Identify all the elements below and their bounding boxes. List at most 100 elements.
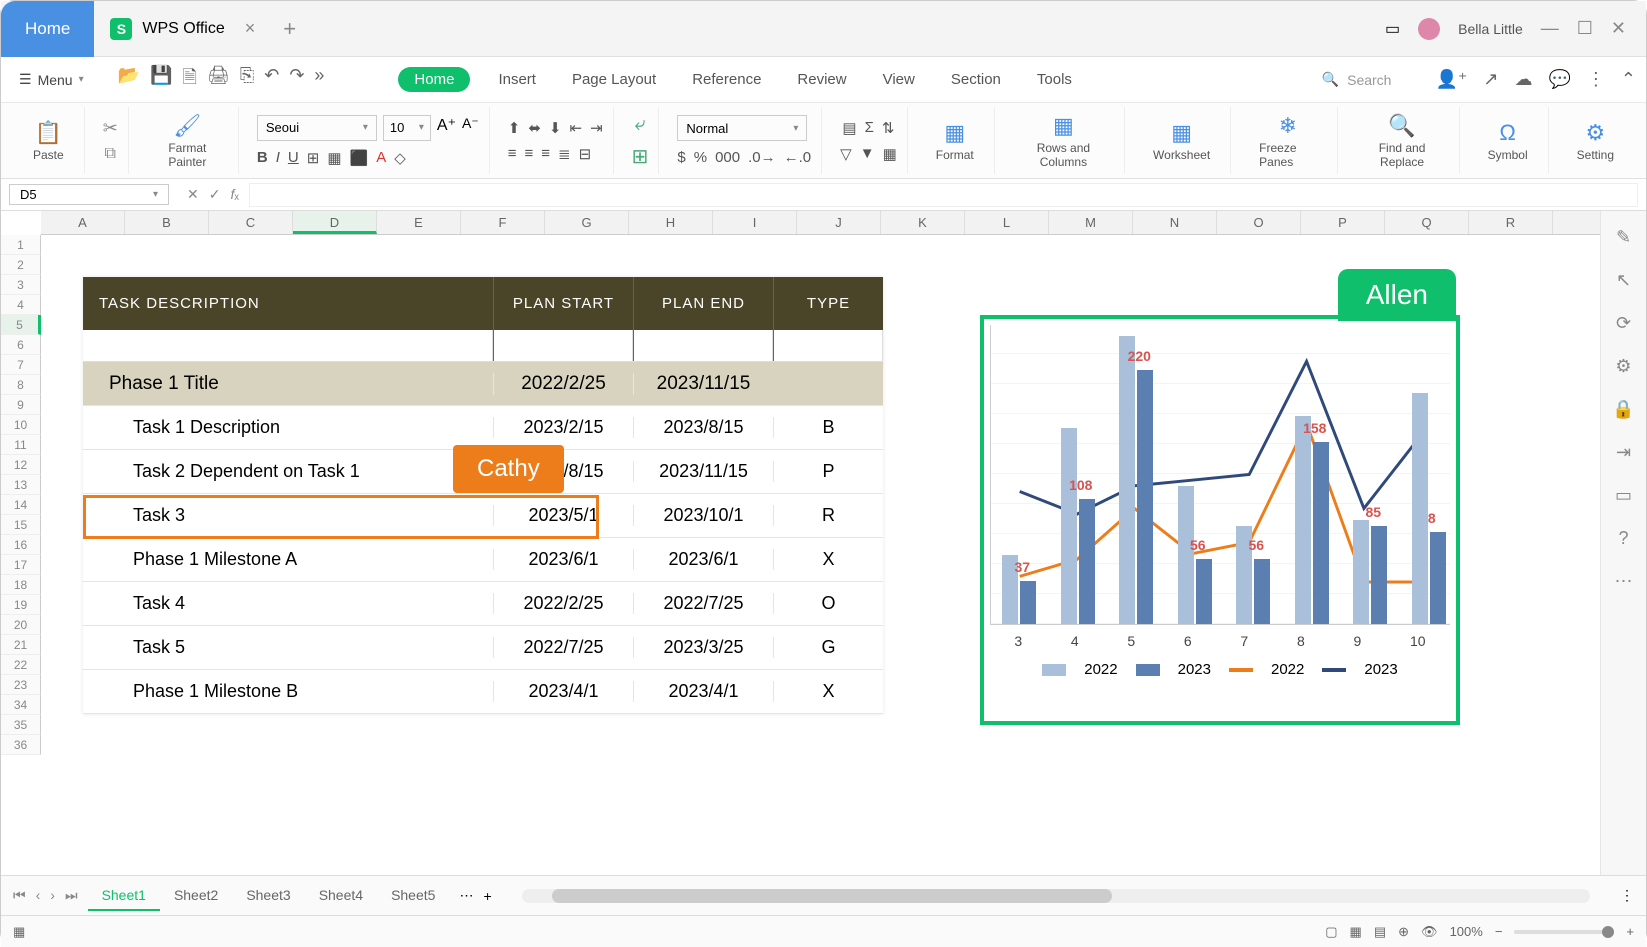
currency-icon[interactable]: $ [677, 149, 685, 166]
column-header[interactable]: J [797, 211, 881, 234]
app-home-tab[interactable]: Home [1, 1, 94, 57]
settings-icon[interactable]: ⚙ [1615, 356, 1631, 377]
row-header[interactable]: 12 [1, 455, 41, 475]
row-header[interactable]: 8 [1, 375, 41, 395]
column-header[interactable]: B [125, 211, 209, 234]
wrap-text-icon[interactable]: ⤶ [634, 113, 645, 136]
column-header[interactable]: M [1049, 211, 1133, 234]
filter-icon[interactable]: ▽ [840, 145, 852, 163]
row-header[interactable]: 7 [1, 355, 41, 375]
font-size-select[interactable]: 10▾ [383, 115, 431, 141]
border-button[interactable]: ⊞ [307, 149, 320, 167]
more-menu-icon[interactable]: ⋮ [1587, 69, 1605, 90]
merge-cells-icon[interactable]: ⊞ [632, 144, 649, 169]
tab-review[interactable]: Review [789, 67, 854, 92]
tab-tools[interactable]: Tools [1029, 67, 1080, 92]
autosum-icon[interactable]: Σ [865, 119, 874, 137]
tab-section[interactable]: Section [943, 67, 1009, 92]
table-row[interactable]: Task 32023/5/12023/10/1R [83, 494, 883, 538]
minimize-panel-icon[interactable]: ▭ [1615, 485, 1632, 506]
freeze-panes-button[interactable]: ❄Freeze Panes [1249, 113, 1326, 169]
tab-page-layout[interactable]: Page Layout [564, 67, 664, 92]
row-header[interactable]: 5 [1, 315, 41, 335]
feedback-icon[interactable]: 💬 [1548, 69, 1570, 90]
column-header[interactable]: F [461, 211, 545, 234]
column-header[interactable]: I [713, 211, 797, 234]
conditional-format-icon[interactable]: ▤ [842, 119, 856, 137]
font-color-button[interactable]: A [376, 149, 386, 167]
tab-insert[interactable]: Insert [490, 67, 544, 92]
undo-icon[interactable]: ↶ [264, 65, 279, 95]
scrollbar-options-icon[interactable]: ⋮ [1620, 887, 1634, 904]
column-header[interactable]: Q [1385, 211, 1469, 234]
table-row[interactable]: Task 52022/7/252023/3/25G [83, 626, 883, 670]
fill-color-button[interactable]: ◇ [394, 149, 406, 167]
row-header[interactable]: 3 [1, 275, 41, 295]
column-header[interactable]: G [545, 211, 629, 234]
italic-button[interactable]: I [276, 149, 280, 167]
save-icon[interactable]: 💾 [150, 65, 172, 95]
column-header[interactable]: L [965, 211, 1049, 234]
increase-font-icon[interactable]: A⁺ [437, 115, 456, 141]
filter2-icon[interactable]: ▼ [860, 145, 875, 163]
fx-icon[interactable]: fₓ [230, 186, 238, 203]
decrease-font-icon[interactable]: A⁻ [462, 115, 479, 141]
row-header[interactable]: 15 [1, 515, 41, 535]
symbol-button[interactable]: ΩSymbol [1478, 120, 1538, 162]
column-header[interactable]: P [1301, 211, 1385, 234]
paste-button[interactable]: 📋Paste [23, 120, 74, 162]
more-sheets-icon[interactable]: ⋯ [459, 887, 473, 904]
redo-icon[interactable]: ↷ [289, 65, 304, 95]
bold-button[interactable]: B [257, 149, 268, 167]
align-left-icon[interactable]: ≡ [508, 145, 517, 163]
table-row[interactable]: Task 1 Description2023/2/152023/8/15B [83, 406, 883, 450]
align-center-icon[interactable]: ≡ [525, 145, 534, 163]
print-preview-icon[interactable]: 🗎 [182, 65, 196, 95]
close-icon[interactable]: ✕ [1611, 18, 1626, 39]
align-bottom-icon[interactable]: ⬇ [549, 119, 562, 137]
chart[interactable]: Allen 371082205656158858 345678910 20222… [980, 315, 1460, 725]
table-row[interactable]: Task 42022/2/252022/7/25O [83, 582, 883, 626]
search-box[interactable]: 🔍 Search [1312, 67, 1402, 92]
export-icon[interactable]: ⎘ [240, 65, 254, 95]
formula-input[interactable] [249, 183, 1638, 207]
row-header[interactable]: 10 [1, 415, 41, 435]
row-header[interactable]: 2 [1, 255, 41, 275]
highlight-button[interactable]: ⬛ [350, 149, 369, 167]
avatar[interactable] [1418, 18, 1440, 40]
confirm-formula-icon[interactable]: ✓ [209, 186, 221, 203]
more-panel-icon[interactable]: ⋯ [1615, 571, 1633, 592]
cells-area[interactable]: TASK DESCRIPTION PLAN START PLAN END TYP… [41, 235, 1600, 875]
layout-icon[interactable]: ▦ [13, 924, 25, 940]
eye-icon[interactable]: 👁 [1421, 924, 1438, 940]
add-sheet-icon[interactable]: + [483, 888, 491, 904]
row-header[interactable]: 1 [1, 235, 41, 255]
sort-icon[interactable]: ⇅ [882, 119, 895, 137]
table-row[interactable]: Phase 1 Milestone A2023/6/12023/6/1X [83, 538, 883, 582]
table-row[interactable]: Phase 1 Title 2022/2/25 2023/11/15 [83, 362, 883, 406]
column-header[interactable]: D [293, 211, 377, 234]
collapse-ribbon-icon[interactable]: ⌃ [1621, 69, 1636, 90]
row-header[interactable]: 13 [1, 475, 41, 495]
font-name-select[interactable]: Seoui▾ [257, 115, 377, 141]
number-format-select[interactable]: Normal▾ [677, 115, 807, 141]
justify-icon[interactable]: ≣ [558, 145, 571, 163]
document-tab[interactable]: S WPS Office × [94, 1, 271, 57]
page-view-icon[interactable]: ▦ [1350, 924, 1362, 940]
zoom-out-icon[interactable]: − [1495, 924, 1503, 939]
row-header[interactable]: 20 [1, 615, 41, 635]
help-icon[interactable]: ? [1618, 528, 1628, 549]
decrease-indent-icon[interactable]: ⇤ [569, 119, 582, 137]
sheet-tab[interactable]: Sheet4 [305, 881, 377, 911]
tab-view[interactable]: View [875, 67, 923, 92]
reading-view-icon[interactable]: ▢ [1325, 924, 1337, 940]
increase-indent-icon[interactable]: ⇥ [590, 119, 603, 137]
align-middle-icon[interactable]: ⬌ [528, 119, 541, 137]
maximize-icon[interactable]: ☐ [1577, 18, 1593, 39]
row-header[interactable]: 16 [1, 535, 41, 555]
export-panel-icon[interactable]: ⇥ [1616, 442, 1631, 463]
column-header[interactable]: C [209, 211, 293, 234]
column-header[interactable]: E [377, 211, 461, 234]
loop-icon[interactable]: ⟳ [1616, 313, 1631, 334]
format-painter-button[interactable]: 🖌Farmat Painter [147, 113, 228, 169]
